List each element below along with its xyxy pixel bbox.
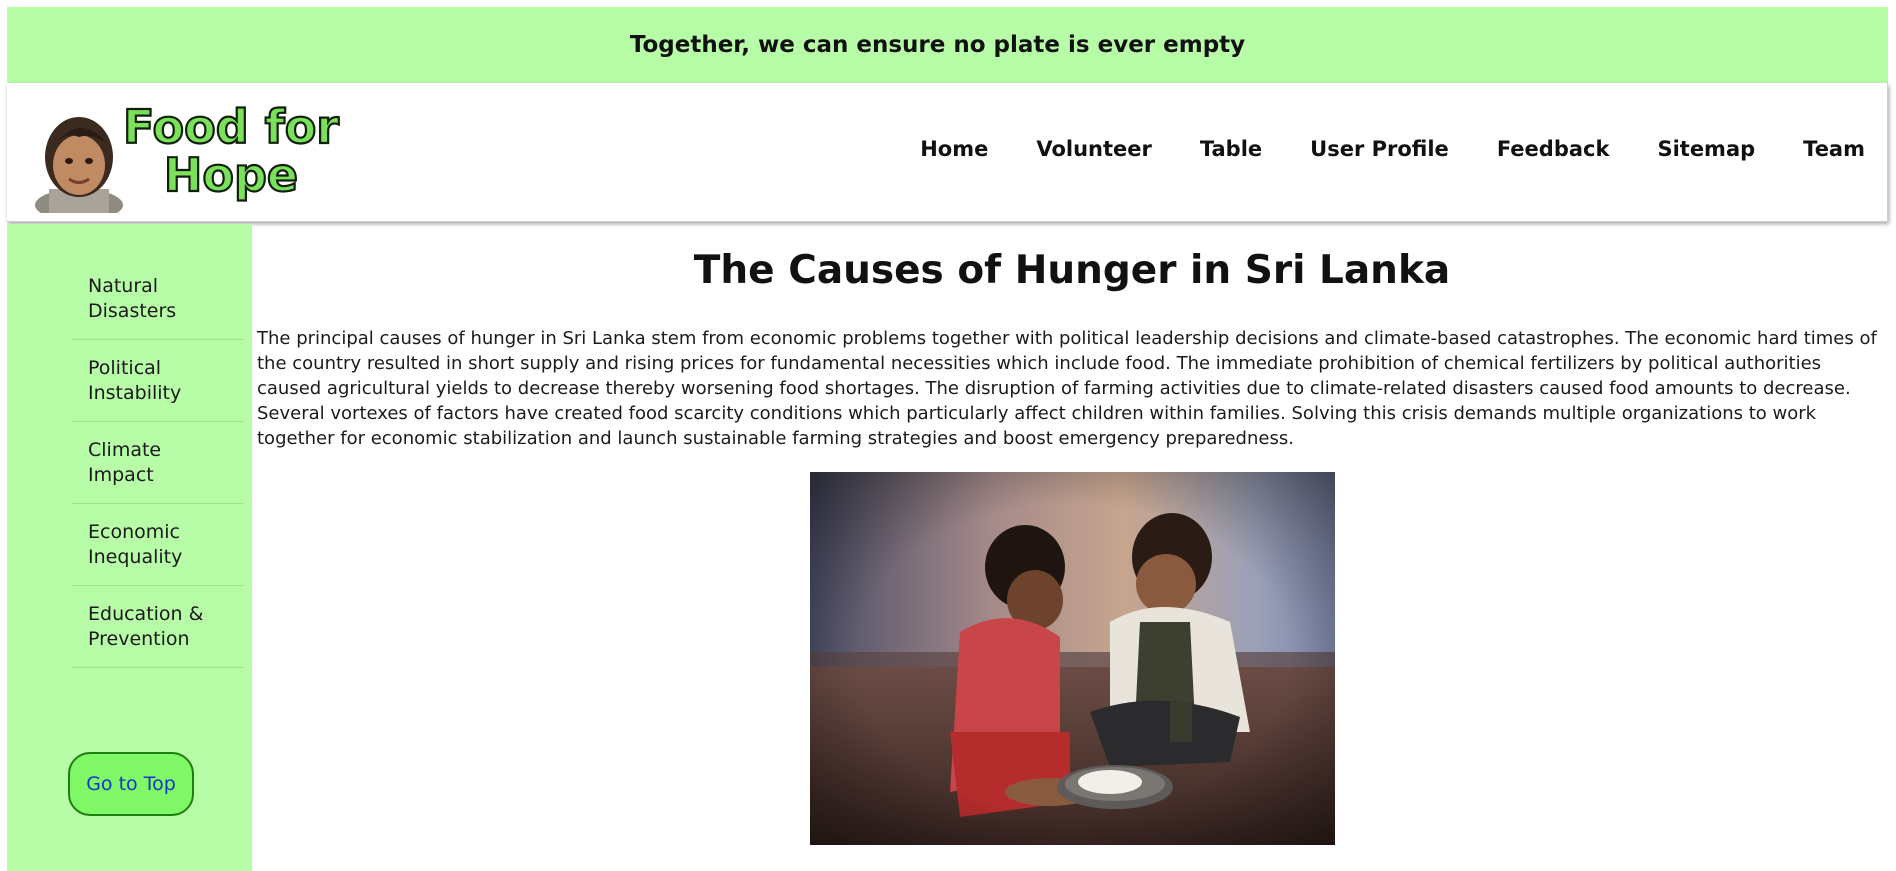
sidebar-item-political-instability[interactable]: Political Instability [72, 354, 244, 422]
nav-team[interactable]: Team [1803, 137, 1865, 161]
children-eating-photo [810, 472, 1335, 845]
logo-text-line2: Hope [164, 148, 298, 202]
sidebar-menu: Natural Disasters Political Instability … [72, 272, 244, 668]
banner-tagline: Together, we can ensure no plate is ever… [629, 32, 1246, 58]
sidebar-item-climate-impact[interactable]: Climate Impact [72, 436, 244, 504]
sidebar: Natural Disasters Political Instability … [7, 224, 252, 871]
nav-sitemap[interactable]: Sitemap [1657, 137, 1755, 161]
intro-paragraph: The principal causes of hunger in Sri La… [257, 328, 1877, 449]
sidebar-item-label: Disasters [88, 300, 177, 322]
site-logo[interactable]: Food for Hope [31, 103, 351, 213]
sidebar-item-label: Instability [88, 382, 182, 404]
site-header: Food for Hope Home Volunteer Table User … [7, 83, 1888, 222]
child-portrait-image [35, 117, 123, 213]
logo-text-line1: Food for [123, 103, 339, 154]
sidebar-item-economic-inequality[interactable]: Economic Inequality [72, 518, 244, 586]
sidebar-item-education-prevention[interactable]: Education & Prevention [72, 600, 244, 668]
sidebar-item-label: Prevention [88, 628, 190, 650]
nav-user-profile[interactable]: User Profile [1310, 137, 1449, 161]
sidebar-item-natural-disasters[interactable]: Natural Disasters [72, 272, 244, 340]
sidebar-item-label: Education & [88, 603, 204, 625]
top-banner: Together, we can ensure no plate is ever… [7, 7, 1888, 83]
nav-feedback[interactable]: Feedback [1497, 137, 1610, 161]
sidebar-item-label: Economic [88, 521, 180, 543]
nav-volunteer[interactable]: Volunteer [1036, 137, 1152, 161]
sidebar-item-label: Natural [88, 275, 159, 297]
sidebar-item-label: Impact [88, 464, 154, 486]
sidebar-item-label: Climate [88, 439, 162, 461]
page-title: The Causes of Hunger in Sri Lanka [693, 248, 1451, 293]
logo-wordmark: Food for Hope [122, 103, 341, 203]
go-to-top-button[interactable]: Go to Top [68, 752, 194, 816]
sidebar-item-label: Political [88, 357, 162, 379]
nav-home[interactable]: Home [920, 137, 988, 161]
main-nav: Home Volunteer Table User Profile Feedba… [872, 137, 1865, 161]
nav-table[interactable]: Table [1200, 137, 1262, 161]
sidebar-item-label: Inequality [88, 546, 183, 568]
